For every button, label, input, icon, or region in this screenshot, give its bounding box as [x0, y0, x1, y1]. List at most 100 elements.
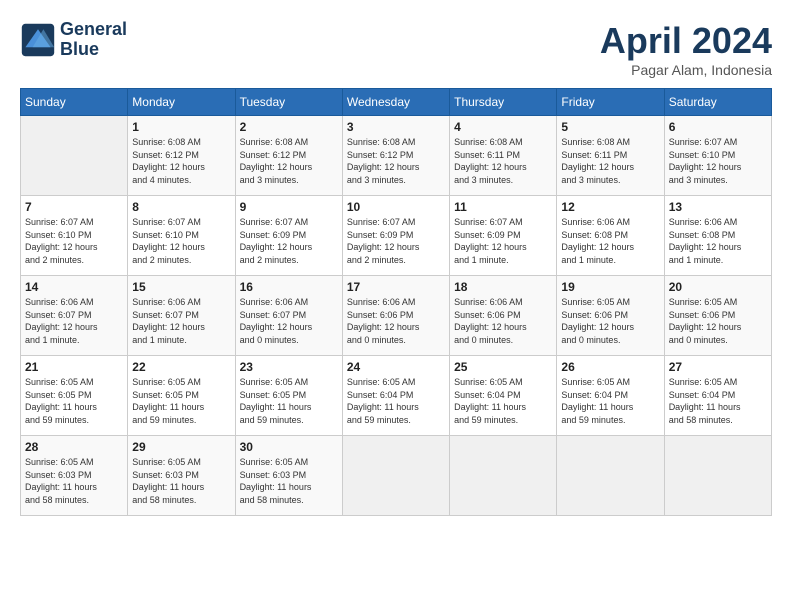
day-info: Sunrise: 6:06 AM Sunset: 6:07 PM Dayligh…	[132, 296, 230, 346]
table-row: 24 Sunrise: 6:05 AM Sunset: 6:04 PM Dayli…	[342, 356, 449, 436]
day-info: Sunrise: 6:05 AM Sunset: 6:04 PM Dayligh…	[561, 376, 659, 426]
day-number: 14	[25, 280, 123, 294]
day-info: Sunrise: 6:07 AM Sunset: 6:10 PM Dayligh…	[669, 136, 767, 186]
day-info: Sunrise: 6:05 AM Sunset: 6:05 PM Dayligh…	[25, 376, 123, 426]
day-number: 30	[240, 440, 338, 454]
calendar-week-row: 21 Sunrise: 6:05 AM Sunset: 6:05 PM Dayli…	[21, 356, 772, 436]
day-number: 17	[347, 280, 445, 294]
table-row: 21 Sunrise: 6:05 AM Sunset: 6:05 PM Dayli…	[21, 356, 128, 436]
month-title: April 2024	[600, 20, 772, 62]
day-number: 20	[669, 280, 767, 294]
table-row: 20 Sunrise: 6:05 AM Sunset: 6:06 PM Dayli…	[664, 276, 771, 356]
table-row: 28 Sunrise: 6:05 AM Sunset: 6:03 PM Dayli…	[21, 436, 128, 516]
page-header: General Blue April 2024 Pagar Alam, Indo…	[20, 20, 772, 78]
table-row: 30 Sunrise: 6:05 AM Sunset: 6:03 PM Dayli…	[235, 436, 342, 516]
location: Pagar Alam, Indonesia	[600, 62, 772, 78]
day-number: 28	[25, 440, 123, 454]
table-row: 18 Sunrise: 6:06 AM Sunset: 6:06 PM Dayli…	[450, 276, 557, 356]
table-row	[664, 436, 771, 516]
day-number: 6	[669, 120, 767, 134]
title-area: April 2024 Pagar Alam, Indonesia	[600, 20, 772, 78]
day-number: 23	[240, 360, 338, 374]
calendar-header-row: Sunday Monday Tuesday Wednesday Thursday…	[21, 89, 772, 116]
day-number: 19	[561, 280, 659, 294]
table-row: 25 Sunrise: 6:05 AM Sunset: 6:04 PM Dayli…	[450, 356, 557, 436]
logo-text: General Blue	[60, 20, 127, 60]
calendar-week-row: 28 Sunrise: 6:05 AM Sunset: 6:03 PM Dayli…	[21, 436, 772, 516]
day-number: 5	[561, 120, 659, 134]
table-row: 8 Sunrise: 6:07 AM Sunset: 6:10 PM Daylig…	[128, 196, 235, 276]
table-row: 26 Sunrise: 6:05 AM Sunset: 6:04 PM Dayli…	[557, 356, 664, 436]
day-info: Sunrise: 6:05 AM Sunset: 6:03 PM Dayligh…	[240, 456, 338, 506]
table-row: 22 Sunrise: 6:05 AM Sunset: 6:05 PM Dayli…	[128, 356, 235, 436]
col-monday: Monday	[128, 89, 235, 116]
day-number: 12	[561, 200, 659, 214]
day-info: Sunrise: 6:07 AM Sunset: 6:09 PM Dayligh…	[240, 216, 338, 266]
day-info: Sunrise: 6:08 AM Sunset: 6:12 PM Dayligh…	[132, 136, 230, 186]
col-friday: Friday	[557, 89, 664, 116]
calendar-table: Sunday Monday Tuesday Wednesday Thursday…	[20, 88, 772, 516]
day-info: Sunrise: 6:05 AM Sunset: 6:03 PM Dayligh…	[132, 456, 230, 506]
day-number: 8	[132, 200, 230, 214]
table-row: 7 Sunrise: 6:07 AM Sunset: 6:10 PM Daylig…	[21, 196, 128, 276]
day-info: Sunrise: 6:06 AM Sunset: 6:06 PM Dayligh…	[347, 296, 445, 346]
col-tuesday: Tuesday	[235, 89, 342, 116]
day-number: 9	[240, 200, 338, 214]
day-number: 16	[240, 280, 338, 294]
table-row: 2Sunrise: 6:08 AM Sunset: 6:12 PM Daylig…	[235, 116, 342, 196]
table-row: 27 Sunrise: 6:05 AM Sunset: 6:04 PM Dayli…	[664, 356, 771, 436]
table-row: 3 Sunrise: 6:08 AM Sunset: 6:12 PM Daylig…	[342, 116, 449, 196]
day-number: 26	[561, 360, 659, 374]
day-number: 22	[132, 360, 230, 374]
table-row: 11Sunrise: 6:07 AM Sunset: 6:09 PM Dayli…	[450, 196, 557, 276]
calendar-week-row: 1Sunrise: 6:08 AM Sunset: 6:12 PM Daylig…	[21, 116, 772, 196]
day-info: Sunrise: 6:05 AM Sunset: 6:04 PM Dayligh…	[669, 376, 767, 426]
col-sunday: Sunday	[21, 89, 128, 116]
day-number: 3	[347, 120, 445, 134]
day-info: Sunrise: 6:05 AM Sunset: 6:06 PM Dayligh…	[669, 296, 767, 346]
day-number: 29	[132, 440, 230, 454]
table-row: 5 Sunrise: 6:08 AM Sunset: 6:11 PM Daylig…	[557, 116, 664, 196]
table-row: 19 Sunrise: 6:05 AM Sunset: 6:06 PM Dayli…	[557, 276, 664, 356]
day-number: 15	[132, 280, 230, 294]
day-number: 18	[454, 280, 552, 294]
day-info: Sunrise: 6:05 AM Sunset: 6:04 PM Dayligh…	[347, 376, 445, 426]
day-info: Sunrise: 6:06 AM Sunset: 6:08 PM Dayligh…	[669, 216, 767, 266]
col-thursday: Thursday	[450, 89, 557, 116]
day-info: Sunrise: 6:05 AM Sunset: 6:05 PM Dayligh…	[132, 376, 230, 426]
table-row: 9 Sunrise: 6:07 AM Sunset: 6:09 PM Daylig…	[235, 196, 342, 276]
day-number: 27	[669, 360, 767, 374]
day-number: 24	[347, 360, 445, 374]
day-info: Sunrise: 6:08 AM Sunset: 6:12 PM Dayligh…	[240, 136, 338, 186]
logo-icon	[20, 22, 56, 58]
day-info: Sunrise: 6:07 AM Sunset: 6:10 PM Dayligh…	[132, 216, 230, 266]
table-row	[342, 436, 449, 516]
day-info: Sunrise: 6:08 AM Sunset: 6:12 PM Dayligh…	[347, 136, 445, 186]
table-row	[450, 436, 557, 516]
col-saturday: Saturday	[664, 89, 771, 116]
day-number: 13	[669, 200, 767, 214]
day-info: Sunrise: 6:06 AM Sunset: 6:07 PM Dayligh…	[25, 296, 123, 346]
day-number: 11	[454, 200, 552, 214]
day-info: Sunrise: 6:06 AM Sunset: 6:07 PM Dayligh…	[240, 296, 338, 346]
day-info: Sunrise: 6:08 AM Sunset: 6:11 PM Dayligh…	[454, 136, 552, 186]
table-row: 6 Sunrise: 6:07 AM Sunset: 6:10 PM Daylig…	[664, 116, 771, 196]
logo: General Blue	[20, 20, 127, 60]
day-info: Sunrise: 6:05 AM Sunset: 6:03 PM Dayligh…	[25, 456, 123, 506]
day-info: Sunrise: 6:07 AM Sunset: 6:09 PM Dayligh…	[347, 216, 445, 266]
table-row: 17 Sunrise: 6:06 AM Sunset: 6:06 PM Dayli…	[342, 276, 449, 356]
day-number: 10	[347, 200, 445, 214]
day-info: Sunrise: 6:07 AM Sunset: 6:10 PM Dayligh…	[25, 216, 123, 266]
table-row: 14 Sunrise: 6:06 AM Sunset: 6:07 PM Dayli…	[21, 276, 128, 356]
day-number: 7	[25, 200, 123, 214]
day-info: Sunrise: 6:06 AM Sunset: 6:06 PM Dayligh…	[454, 296, 552, 346]
table-row: 23Sunrise: 6:05 AM Sunset: 6:05 PM Dayli…	[235, 356, 342, 436]
day-number: 21	[25, 360, 123, 374]
day-info: Sunrise: 6:08 AM Sunset: 6:11 PM Dayligh…	[561, 136, 659, 186]
day-number: 4	[454, 120, 552, 134]
table-row: 16 Sunrise: 6:06 AM Sunset: 6:07 PM Dayli…	[235, 276, 342, 356]
day-number: 25	[454, 360, 552, 374]
day-info: Sunrise: 6:05 AM Sunset: 6:04 PM Dayligh…	[454, 376, 552, 426]
table-row: 13 Sunrise: 6:06 AM Sunset: 6:08 PM Dayli…	[664, 196, 771, 276]
day-info: Sunrise: 6:05 AM Sunset: 6:06 PM Dayligh…	[561, 296, 659, 346]
